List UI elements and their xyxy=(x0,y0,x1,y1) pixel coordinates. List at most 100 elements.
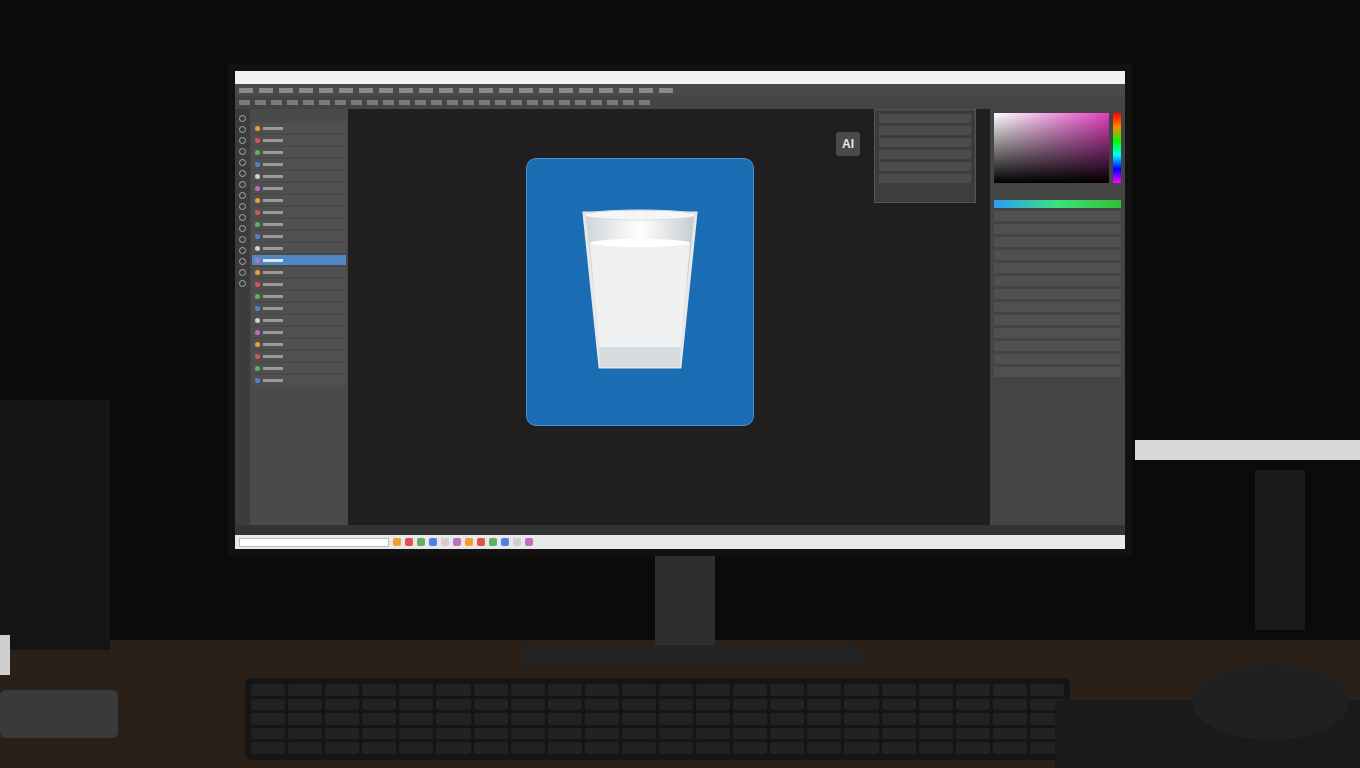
key[interactable] xyxy=(807,699,841,711)
property-row[interactable] xyxy=(994,302,1121,312)
floating-layer-row[interactable] xyxy=(879,174,971,183)
taskbar-app-icon[interactable] xyxy=(393,538,401,546)
option-item[interactable] xyxy=(591,100,602,105)
floating-layer-row[interactable] xyxy=(879,138,971,147)
option-item[interactable] xyxy=(399,100,410,105)
option-item[interactable] xyxy=(271,100,282,105)
menu-item[interactable] xyxy=(339,88,353,93)
layer-row[interactable] xyxy=(252,375,346,385)
key[interactable] xyxy=(399,728,433,740)
menu-item[interactable] xyxy=(479,88,493,93)
menu-item[interactable] xyxy=(519,88,533,93)
layer-row[interactable] xyxy=(252,279,346,289)
key[interactable] xyxy=(399,699,433,711)
key[interactable] xyxy=(325,742,359,754)
key[interactable] xyxy=(733,684,767,696)
key[interactable] xyxy=(993,684,1027,696)
key[interactable] xyxy=(251,699,285,711)
menu-item[interactable] xyxy=(639,88,653,93)
key[interactable] xyxy=(474,699,508,711)
key[interactable] xyxy=(622,684,656,696)
option-item[interactable] xyxy=(575,100,586,105)
key[interactable] xyxy=(993,713,1027,725)
property-row[interactable] xyxy=(994,354,1121,364)
menu-item[interactable] xyxy=(619,88,633,93)
key[interactable] xyxy=(696,684,730,696)
tool-icon[interactable] xyxy=(239,203,246,210)
option-item[interactable] xyxy=(479,100,490,105)
layer-row[interactable] xyxy=(252,207,346,217)
menu-item[interactable] xyxy=(559,88,573,93)
key[interactable] xyxy=(993,728,1027,740)
menu-item[interactable] xyxy=(359,88,373,93)
key[interactable] xyxy=(362,728,396,740)
menu-item[interactable] xyxy=(539,88,553,93)
floating-layer-row[interactable] xyxy=(879,162,971,171)
tool-icon[interactable] xyxy=(239,247,246,254)
option-item[interactable] xyxy=(623,100,634,105)
option-item[interactable] xyxy=(559,100,570,105)
color-picker[interactable] xyxy=(994,113,1121,183)
layer-row[interactable] xyxy=(252,351,346,361)
option-item[interactable] xyxy=(303,100,314,105)
color-slider[interactable] xyxy=(994,200,1121,208)
layer-row[interactable] xyxy=(252,219,346,229)
option-item[interactable] xyxy=(639,100,650,105)
key[interactable] xyxy=(770,684,804,696)
key[interactable] xyxy=(622,699,656,711)
key[interactable] xyxy=(993,699,1027,711)
layer-row[interactable] xyxy=(252,291,346,301)
key[interactable] xyxy=(511,699,545,711)
menu-item[interactable] xyxy=(379,88,393,93)
key[interactable] xyxy=(288,742,322,754)
option-item[interactable] xyxy=(383,100,394,105)
key[interactable] xyxy=(844,713,878,725)
option-item[interactable] xyxy=(335,100,346,105)
key[interactable] xyxy=(548,728,582,740)
ai-badge[interactable]: AI xyxy=(836,132,860,156)
property-row[interactable] xyxy=(994,211,1121,221)
layer-row[interactable] xyxy=(252,243,346,253)
property-row[interactable] xyxy=(994,224,1121,234)
key[interactable] xyxy=(325,713,359,725)
key[interactable] xyxy=(844,684,878,696)
taskbar-app-icon[interactable] xyxy=(477,538,485,546)
property-row[interactable] xyxy=(994,341,1121,351)
key[interactable] xyxy=(733,742,767,754)
menu-item[interactable] xyxy=(279,88,293,93)
menu-item[interactable] xyxy=(659,88,673,93)
key[interactable] xyxy=(288,713,322,725)
property-row[interactable] xyxy=(994,237,1121,247)
layer-row[interactable] xyxy=(252,255,346,265)
key[interactable] xyxy=(548,742,582,754)
key[interactable] xyxy=(882,684,916,696)
layer-row[interactable] xyxy=(252,303,346,313)
key[interactable] xyxy=(325,699,359,711)
layer-row[interactable] xyxy=(252,195,346,205)
floating-layer-row[interactable] xyxy=(879,114,971,123)
key[interactable] xyxy=(325,728,359,740)
key[interactable] xyxy=(882,728,916,740)
layer-row[interactable] xyxy=(252,327,346,337)
option-item[interactable] xyxy=(255,100,266,105)
key[interactable] xyxy=(956,684,990,696)
tool-icon[interactable] xyxy=(239,170,246,177)
key[interactable] xyxy=(585,728,619,740)
key[interactable] xyxy=(251,742,285,754)
property-row[interactable] xyxy=(994,289,1121,299)
menu-item[interactable] xyxy=(239,88,253,93)
option-item[interactable] xyxy=(239,100,250,105)
property-row[interactable] xyxy=(994,250,1121,260)
floating-layer-row[interactable] xyxy=(879,150,971,159)
tool-icon[interactable] xyxy=(239,225,246,232)
key[interactable] xyxy=(511,713,545,725)
option-item[interactable] xyxy=(527,100,538,105)
key[interactable] xyxy=(844,728,878,740)
layer-row[interactable] xyxy=(252,171,346,181)
key[interactable] xyxy=(733,699,767,711)
property-row[interactable] xyxy=(994,263,1121,273)
taskbar-app-icon[interactable] xyxy=(513,538,521,546)
tool-icon[interactable] xyxy=(239,192,246,199)
key[interactable] xyxy=(399,742,433,754)
key[interactable] xyxy=(696,699,730,711)
